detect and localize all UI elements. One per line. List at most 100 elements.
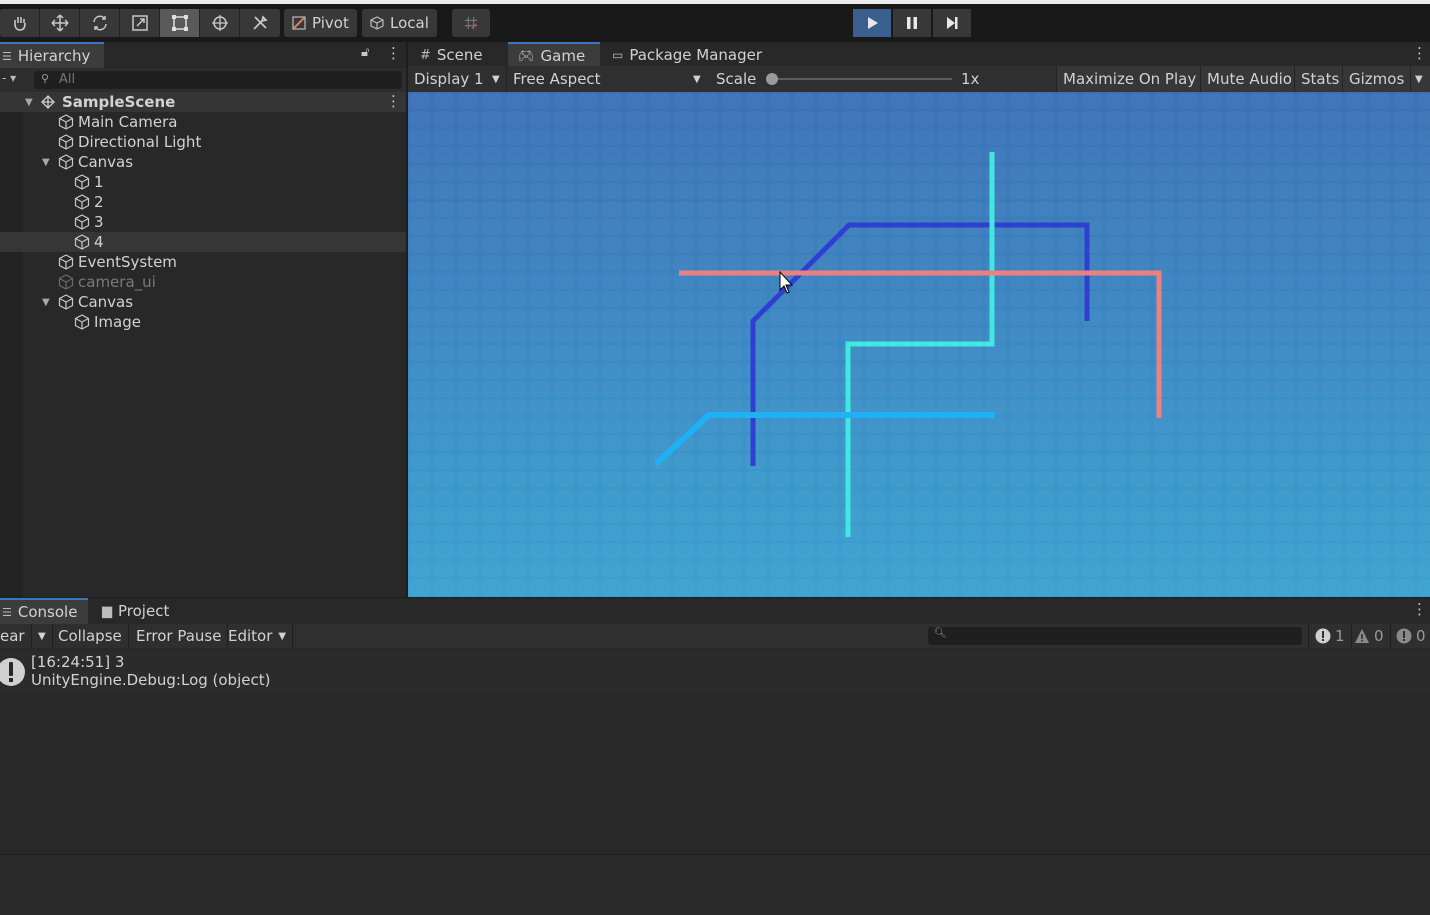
error-count-toggle[interactable]: 0 — [1390, 624, 1430, 648]
mute-label: Mute Audio — [1207, 70, 1292, 88]
hierarchy-item[interactable]: 2 — [0, 192, 406, 212]
maximize-on-play-toggle[interactable]: Maximize On Play — [1056, 66, 1203, 92]
expand-arrow-icon[interactable]: ▼ — [42, 297, 52, 308]
error-pause-toggle[interactable]: Error Pause — [130, 624, 229, 648]
hierarchy-item-label: Canvas — [78, 153, 134, 171]
hierarchy-item-label: camera_ui — [78, 273, 156, 291]
editor-label: Editor — [228, 627, 273, 645]
view-menu-icon[interactable]: ⋮ — [1412, 44, 1427, 62]
grid-snap-button[interactable] — [452, 9, 490, 37]
gameobject-cube-icon — [74, 234, 90, 250]
pivot-toggle[interactable]: Pivot — [284, 9, 357, 37]
unity-scene-icon — [40, 94, 56, 110]
step-button[interactable] — [933, 9, 971, 37]
console-menu-icon[interactable]: ⋮ — [1412, 600, 1427, 618]
hierarchy-item[interactable]: Directional Light — [0, 132, 406, 152]
hierarchy-item[interactable]: EventSystem — [0, 252, 406, 272]
gameobject-cube-icon — [58, 274, 74, 290]
search-icon: 🔍︎ — [934, 628, 947, 639]
console-log-entry[interactable]: [16:24:51] 3 UnityEngine.Debug:Log (obje… — [0, 650, 1430, 694]
move-icon[interactable] — [40, 9, 80, 37]
tab-game[interactable]: 🎮︎ Game — [508, 42, 600, 68]
console-search-input[interactable]: 🔍︎ — [928, 627, 1302, 645]
create-dropdown-icon[interactable]: - ▾ — [2, 71, 16, 85]
game-render — [408, 92, 1430, 597]
gizmos-dropdown-icon[interactable]: ▼ — [1410, 66, 1430, 92]
scene-name: SampleScene — [62, 93, 176, 111]
hierarchy-item[interactable]: Image — [0, 312, 406, 332]
search-icon: ⚲ — [41, 72, 50, 85]
game-viewport[interactable] — [408, 92, 1430, 597]
clear-options-dropdown-icon[interactable]: ▼ — [32, 624, 53, 648]
gameobject-cube-icon — [58, 114, 74, 130]
gameobject-cube-icon — [74, 314, 90, 330]
expand-arrow-icon[interactable]: ▼ — [42, 157, 52, 168]
log-info-icon — [0, 658, 25, 686]
hierarchy-item[interactable]: Main Camera — [0, 112, 406, 132]
pause-button[interactable] — [893, 9, 931, 37]
hierarchy-item[interactable]: 4 — [0, 232, 406, 252]
warning-count: 0 — [1374, 627, 1384, 645]
play-icon — [868, 17, 878, 29]
hierarchy-search-input[interactable]: ⚲ All — [34, 71, 402, 89]
scale-slider-track[interactable] — [772, 78, 952, 80]
scene-tab-label: Scene — [436, 46, 483, 64]
grid-snap-icon — [464, 16, 478, 30]
tab-project[interactable]: ▆ Project — [92, 598, 179, 624]
custom-tool-icon[interactable] — [240, 9, 280, 37]
hierarchy-item[interactable]: 3 — [0, 212, 406, 232]
editor-dropdown[interactable]: Editor ▼ — [222, 624, 294, 648]
hierarchy-item-label: 2 — [94, 193, 104, 211]
clear-button[interactable]: ear — [0, 624, 32, 648]
local-toggle[interactable]: Local — [362, 9, 437, 37]
aspect-label: Free Aspect — [513, 70, 601, 88]
play-button[interactable] — [853, 9, 891, 37]
tab-package-manager[interactable]: ▭ Package Manager — [602, 42, 772, 68]
gameobject-cube-icon — [74, 194, 90, 210]
mute-audio-toggle[interactable]: Mute Audio — [1200, 66, 1298, 92]
scene-row[interactable]: ▼ SampleScene ⋮ — [0, 92, 406, 112]
hierarchy-item-label: 4 — [94, 233, 104, 251]
collapse-toggle[interactable]: Collapse — [52, 624, 129, 648]
tab-hierarchy[interactable]: ☰ Hierarchy — [0, 42, 104, 68]
warning-count-toggle[interactable]: 0 — [1348, 624, 1391, 648]
hierarchy-item[interactable]: 1 — [0, 172, 406, 192]
hierarchy-item-label: 3 — [94, 213, 104, 231]
expand-arrow-icon[interactable]: ▼ — [25, 97, 35, 108]
hierarchy-tab-label: Hierarchy — [17, 47, 91, 65]
error-count: 0 — [1416, 627, 1426, 645]
gameobject-cube-icon — [58, 254, 74, 270]
lock-icon[interactable]: 🔓︎ — [361, 45, 369, 60]
search-placeholder: All — [59, 72, 76, 87]
tab-scene[interactable]: # Scene — [410, 42, 493, 68]
hierarchy-tabbar: ☰ Hierarchy 🔓︎ ⋮ — [0, 42, 406, 68]
kebab-menu-icon[interactable]: ⋮ — [386, 44, 401, 62]
hierarchy-item[interactable]: ▼ Canvas — [0, 152, 406, 172]
info-icon — [1315, 628, 1331, 644]
display-dropdown[interactable]: Display 1 ▼ — [408, 66, 506, 92]
rotate-icon[interactable] — [80, 9, 120, 37]
hand-icon[interactable] — [0, 9, 40, 37]
package-manager-tab-label: Package Manager — [629, 46, 763, 64]
hierarchy-item[interactable]: camera_ui — [0, 272, 406, 292]
gameobject-cube-icon — [58, 134, 74, 150]
gameobject-cube-icon — [58, 294, 74, 310]
hierarchy-item-label: Directional Light — [78, 133, 202, 151]
project-tab-label: Project — [118, 602, 170, 620]
hierarchy-item[interactable]: ▼ Canvas — [0, 292, 406, 312]
folder-icon: ▆ — [102, 603, 112, 619]
scale-slider-thumb[interactable] — [766, 73, 778, 85]
pivot-icon — [292, 16, 306, 30]
console-detail-pane — [0, 855, 1430, 915]
scale-icon[interactable] — [120, 9, 160, 37]
info-count-toggle[interactable]: 1 — [1308, 624, 1352, 648]
aspect-dropdown[interactable]: Free Aspect ▼ — [506, 66, 706, 92]
rect-icon[interactable] — [160, 9, 200, 37]
scene-menu-icon[interactable]: ⋮ — [386, 92, 401, 110]
collapse-label: Collapse — [58, 627, 122, 645]
stats-toggle[interactable]: Stats — [1294, 66, 1346, 92]
transform-icon[interactable] — [200, 9, 240, 37]
gizmos-toggle[interactable]: Gizmos — [1342, 66, 1411, 92]
error-icon — [1396, 628, 1412, 644]
tab-console[interactable]: ☰ Console — [0, 598, 88, 624]
